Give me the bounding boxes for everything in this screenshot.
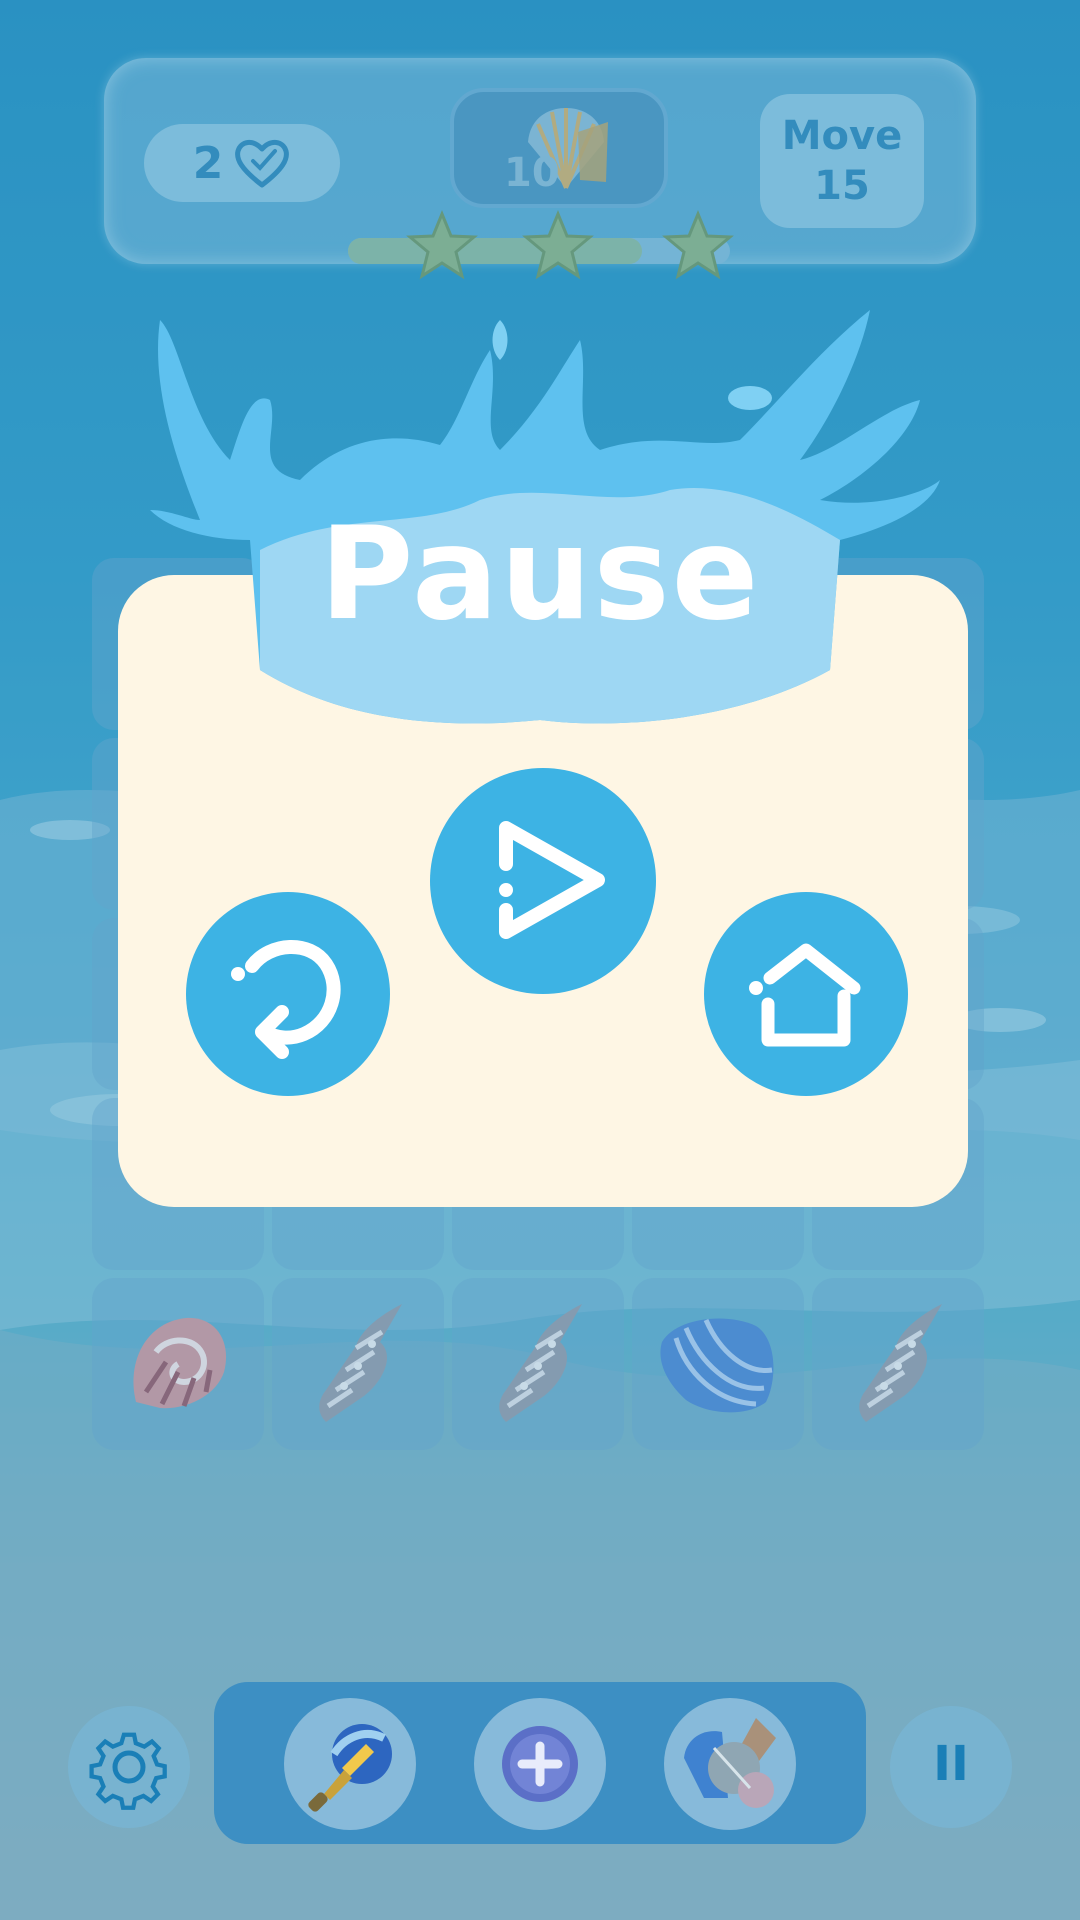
settings-button[interactable] xyxy=(68,1706,190,1828)
play-icon xyxy=(499,821,605,939)
plus-icon xyxy=(502,1726,578,1802)
pause-label: II xyxy=(933,1736,969,1792)
home-button[interactable] xyxy=(704,892,908,1096)
gear-icon xyxy=(89,1732,167,1810)
restart-button[interactable] xyxy=(186,892,390,1096)
paintbrush-booster-button[interactable] xyxy=(284,1698,416,1830)
paintbrush-icon xyxy=(308,1724,392,1812)
dialog-title: Pause xyxy=(319,500,761,649)
restart-icon xyxy=(231,940,341,1059)
pause-button[interactable]: II xyxy=(890,1706,1012,1828)
resume-button[interactable] xyxy=(430,768,656,994)
home-icon xyxy=(749,943,861,1047)
add-moves-booster-button[interactable] xyxy=(474,1698,606,1830)
shells-booster-button[interactable] xyxy=(664,1698,796,1830)
shells-icon xyxy=(684,1718,776,1808)
